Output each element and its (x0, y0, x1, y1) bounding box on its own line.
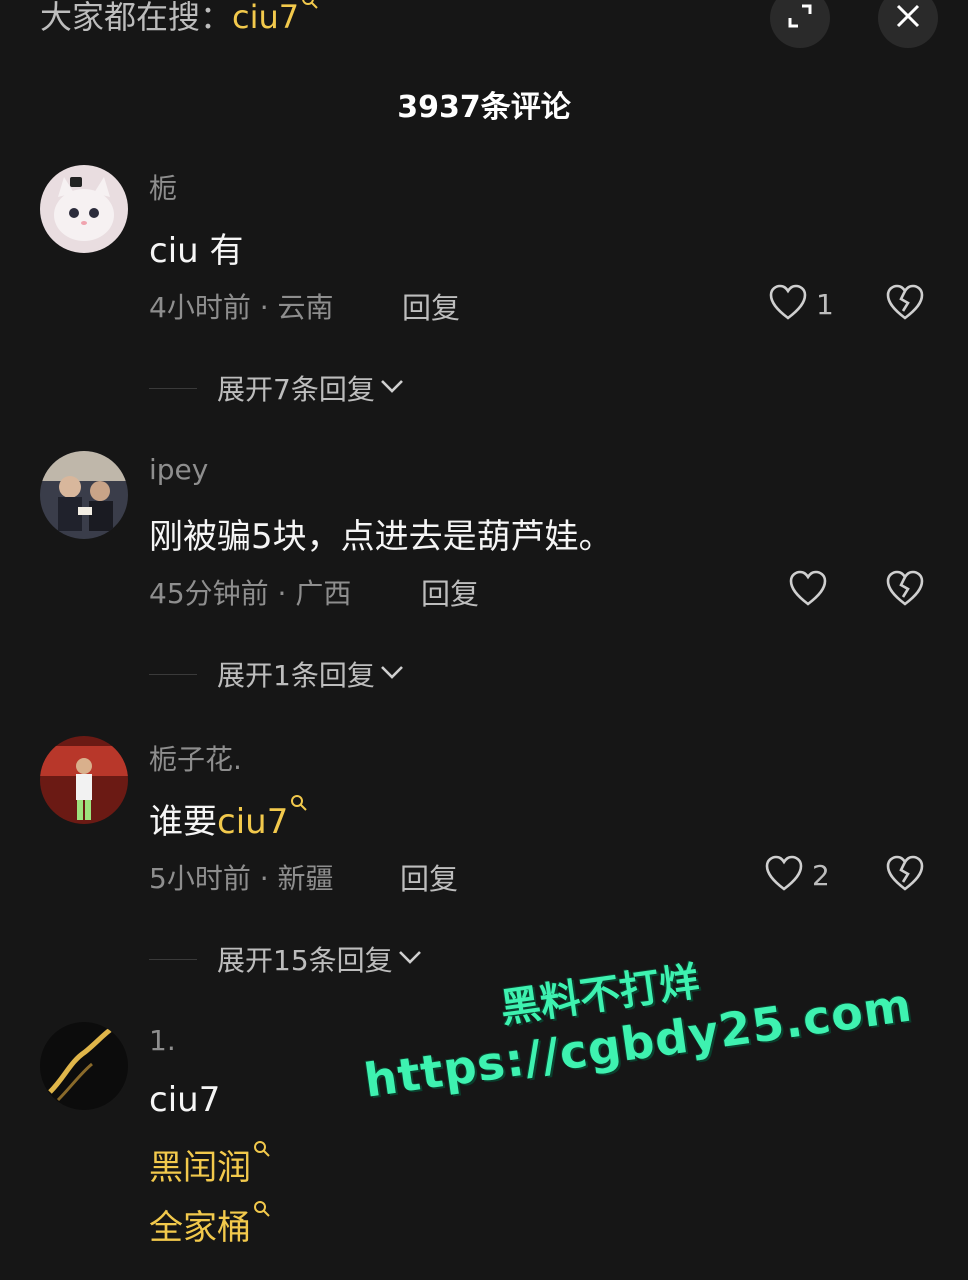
dislike-button[interactable] (885, 283, 925, 325)
avatar[interactable] (40, 736, 128, 824)
keyword-link-label: 全家桶 (149, 1208, 251, 1248)
keyword-link[interactable]: 黑闰润 (149, 1140, 271, 1189)
like-button[interactable]: 2 (764, 854, 830, 896)
chevron-down-icon (379, 377, 405, 399)
expand-replies-button[interactable]: 展开15条回复 (149, 939, 423, 979)
broken-heart-icon (885, 284, 925, 325)
expand-replies-label: 展开7条回复 (217, 373, 375, 406)
heart-icon (764, 854, 804, 896)
expand-replies-label: 展开1条回复 (217, 659, 375, 692)
avatar[interactable] (40, 1022, 128, 1110)
search-icon (290, 794, 308, 812)
search-suggestion-keyword[interactable]: ciu7 (232, 0, 299, 36)
reply-button[interactable]: 回复 (421, 571, 479, 613)
close-button[interactable] (878, 0, 938, 48)
divider-line (149, 958, 197, 960)
comment-meta: 4小时前 · 云南 (149, 291, 334, 324)
comment-count-title: 3937条评论 (397, 90, 571, 125)
top-bar: 大家都在搜：ciu7 (0, 0, 968, 60)
keyword-link[interactable]: 全家桶 (149, 1200, 271, 1249)
like-count: 1 (816, 287, 834, 321)
chevron-down-icon (397, 948, 423, 970)
search-icon (253, 1200, 271, 1218)
comment-keyword-link[interactable]: ciu7 (217, 802, 288, 842)
like-count: 2 (812, 858, 830, 892)
comment-meta: 45分钟前 · 广西 (149, 577, 352, 610)
comment-text: 谁要ciu7 (149, 794, 308, 843)
broken-heart-icon (885, 855, 925, 896)
comment-username[interactable]: ipey (149, 453, 208, 486)
search-icon (301, 0, 319, 10)
broken-heart-icon (885, 570, 925, 611)
reply-button[interactable]: 回复 (400, 856, 458, 898)
close-icon (894, 2, 922, 34)
comment-username[interactable]: 栀子花. (149, 738, 242, 778)
divider-line (149, 387, 197, 389)
watermark: 黑料不打烊 https://cgbdy25.com (351, 915, 915, 1146)
comment-meta: 5小时前 · 新疆 (149, 862, 334, 895)
comment-text: 刚被骗5块，点进去是葫芦娃。 (149, 517, 613, 557)
dislike-button[interactable] (885, 854, 925, 896)
like-button[interactable]: 1 (768, 283, 834, 325)
comment-username[interactable]: 1. (149, 1024, 176, 1057)
search-suggestion-prefix: 大家都在搜： (40, 0, 233, 36)
comment-username[interactable]: 栀 (149, 167, 177, 207)
fullscreen-button[interactable] (770, 0, 830, 48)
expand-replies-button[interactable]: 展开1条回复 (149, 654, 405, 694)
heart-icon (768, 283, 808, 325)
keyword-link-label: 黑闰润 (149, 1148, 251, 1188)
avatar[interactable] (40, 451, 128, 539)
expand-replies-button[interactable]: 展开7条回复 (149, 368, 405, 408)
comment-text-prefix: 谁要 (149, 802, 217, 842)
divider-line (149, 673, 197, 675)
like-button[interactable] (788, 569, 836, 611)
heart-icon (788, 569, 828, 611)
expand-replies-label: 展开15条回复 (217, 944, 393, 977)
avatar[interactable] (40, 165, 128, 253)
search-icon (253, 1140, 271, 1158)
search-suggestion[interactable]: 大家都在搜：ciu7 (40, 0, 319, 38)
reply-button[interactable]: 回复 (402, 285, 460, 327)
chevron-down-icon (379, 663, 405, 685)
comment-text: ciu7 (149, 1080, 221, 1120)
comment-text: ciu 有 (149, 231, 244, 271)
dislike-button[interactable] (885, 569, 925, 611)
expand-icon (786, 2, 814, 34)
